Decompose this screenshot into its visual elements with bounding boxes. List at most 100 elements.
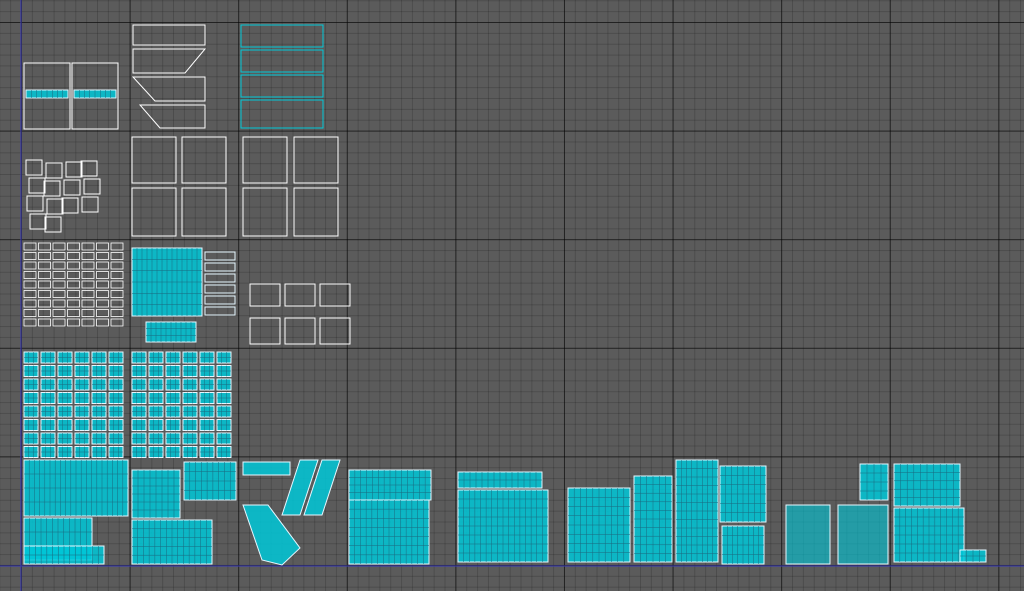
uv-shell-detail[interactable] xyxy=(319,283,351,307)
uv-shell-crate[interactable] xyxy=(63,179,81,196)
uv-shell-small[interactable] xyxy=(67,271,80,279)
uv-shell-small[interactable] xyxy=(96,280,109,289)
uv-shell[interactable] xyxy=(240,99,324,129)
uv-shell-small[interactable] xyxy=(204,306,236,316)
uv-shell-small[interactable] xyxy=(23,271,37,279)
uv-shell-small[interactable] xyxy=(23,242,37,251)
uv-shell-small[interactable] xyxy=(67,309,80,317)
uv-shell-window[interactable] xyxy=(242,136,288,184)
uv-shell-small[interactable] xyxy=(67,242,80,251)
uv-shell-small[interactable] xyxy=(110,242,124,251)
uv-shell-small[interactable] xyxy=(81,271,95,279)
uv-shell[interactable] xyxy=(132,24,206,46)
uv-shell-small[interactable] xyxy=(23,280,37,289)
uv-shell-detail[interactable] xyxy=(249,317,281,345)
uv-shell-small[interactable] xyxy=(67,261,80,270)
uv-shell-small[interactable] xyxy=(110,290,124,298)
uv-shell-crate[interactable] xyxy=(83,178,101,195)
uv-shell-small[interactable] xyxy=(81,299,95,308)
uv-shell-small[interactable] xyxy=(110,252,124,260)
uv-shell-crate[interactable] xyxy=(81,196,99,213)
uv-shell-small[interactable] xyxy=(67,280,80,289)
uv-shell-crate[interactable] xyxy=(46,198,64,215)
uv-shell-small[interactable] xyxy=(52,299,66,308)
uv-shell-small[interactable] xyxy=(38,299,51,308)
uv-shell-detail[interactable] xyxy=(284,283,316,307)
uv-shell-small[interactable] xyxy=(52,318,66,327)
uv-shell-small[interactable] xyxy=(81,290,95,298)
uv-shell-small[interactable] xyxy=(110,280,124,289)
uv-shell-small[interactable] xyxy=(38,309,51,317)
uv-shell[interactable] xyxy=(138,104,206,129)
uv-shell-small[interactable] xyxy=(23,290,37,298)
uv-shell-crate[interactable] xyxy=(43,180,61,197)
uv-shell-small[interactable] xyxy=(96,318,109,327)
uv-shell-crate[interactable] xyxy=(25,159,43,176)
uv-shell[interactable] xyxy=(837,504,889,565)
uv-shell-window[interactable] xyxy=(293,136,339,184)
uv-shell-small[interactable] xyxy=(67,299,80,308)
uv-shell-small[interactable] xyxy=(23,299,37,308)
uv-shell-window[interactable] xyxy=(181,136,227,184)
uv-shell-small[interactable] xyxy=(204,295,236,305)
uv-shell-small[interactable] xyxy=(110,261,124,270)
uv-shell-small[interactable] xyxy=(81,261,95,270)
uv-shell[interactable] xyxy=(242,461,291,476)
uv-shell-small[interactable] xyxy=(38,318,51,327)
uv-shell-small[interactable] xyxy=(204,273,236,283)
uv-shell-small[interactable] xyxy=(38,261,51,270)
uv-shell-small[interactable] xyxy=(81,309,95,317)
uv-shell-small[interactable] xyxy=(81,252,95,260)
uv-shell-small[interactable] xyxy=(67,290,80,298)
uv-shell-window[interactable] xyxy=(293,187,339,237)
uv-shell-small[interactable] xyxy=(38,271,51,279)
uv-shell-small[interactable] xyxy=(52,309,66,317)
uv-shell-small[interactable] xyxy=(110,309,124,317)
uv-shell-window[interactable] xyxy=(131,136,177,184)
uv-shell-small[interactable] xyxy=(81,318,95,327)
uv-shell-small[interactable] xyxy=(81,242,95,251)
uv-shell-small[interactable] xyxy=(52,252,66,260)
uv-shell-small[interactable] xyxy=(96,290,109,298)
uv-shell-small[interactable] xyxy=(23,318,37,327)
uv-shell-small[interactable] xyxy=(110,271,124,279)
uv-shell-window[interactable] xyxy=(131,187,177,237)
uv-shell-small[interactable] xyxy=(204,284,236,294)
uv-shell-small[interactable] xyxy=(204,262,236,272)
uv-shell-small[interactable] xyxy=(67,318,80,327)
uv-shell-small[interactable] xyxy=(38,252,51,260)
uv-shell-crate[interactable] xyxy=(26,195,44,212)
uv-shell-small[interactable] xyxy=(110,299,124,308)
uv-shell[interactable] xyxy=(131,76,206,102)
uv-shell-small[interactable] xyxy=(96,242,109,251)
uv-shell-small[interactable] xyxy=(52,271,66,279)
uv-shell-crate[interactable] xyxy=(61,197,79,214)
uv-shell-small[interactable] xyxy=(96,299,109,308)
uv-shell-detail[interactable] xyxy=(319,317,351,345)
uv-shell-small[interactable] xyxy=(38,290,51,298)
uv-shell[interactable] xyxy=(240,74,324,98)
uv-shell-small[interactable] xyxy=(110,318,124,327)
uv-shell[interactable] xyxy=(240,49,324,73)
uv-shell-small[interactable] xyxy=(52,290,66,298)
uv-shell-crate[interactable] xyxy=(65,161,83,178)
uv-shells-layer[interactable] xyxy=(0,0,1024,591)
uv-shell[interactable] xyxy=(132,48,207,74)
uv-editor-viewport[interactable] xyxy=(0,0,1024,591)
uv-shell-small[interactable] xyxy=(23,252,37,260)
uv-shell-crate[interactable] xyxy=(28,177,46,194)
uv-shell[interactable] xyxy=(240,24,324,48)
uv-shell-small[interactable] xyxy=(52,261,66,270)
uv-shell-small[interactable] xyxy=(23,261,37,270)
uv-shell-small[interactable] xyxy=(67,252,80,260)
uv-shell-detail[interactable] xyxy=(249,283,281,307)
uv-shell[interactable] xyxy=(785,504,831,565)
uv-shell-small[interactable] xyxy=(23,309,37,317)
uv-shell-crate[interactable] xyxy=(80,160,98,177)
uv-shell-small[interactable] xyxy=(96,271,109,279)
uv-shell-window[interactable] xyxy=(181,187,227,237)
uv-shell-crate[interactable] xyxy=(45,162,63,179)
uv-shell-small[interactable] xyxy=(204,251,236,261)
uv-shell-detail[interactable] xyxy=(284,317,316,345)
uv-shell-small[interactable] xyxy=(96,309,109,317)
